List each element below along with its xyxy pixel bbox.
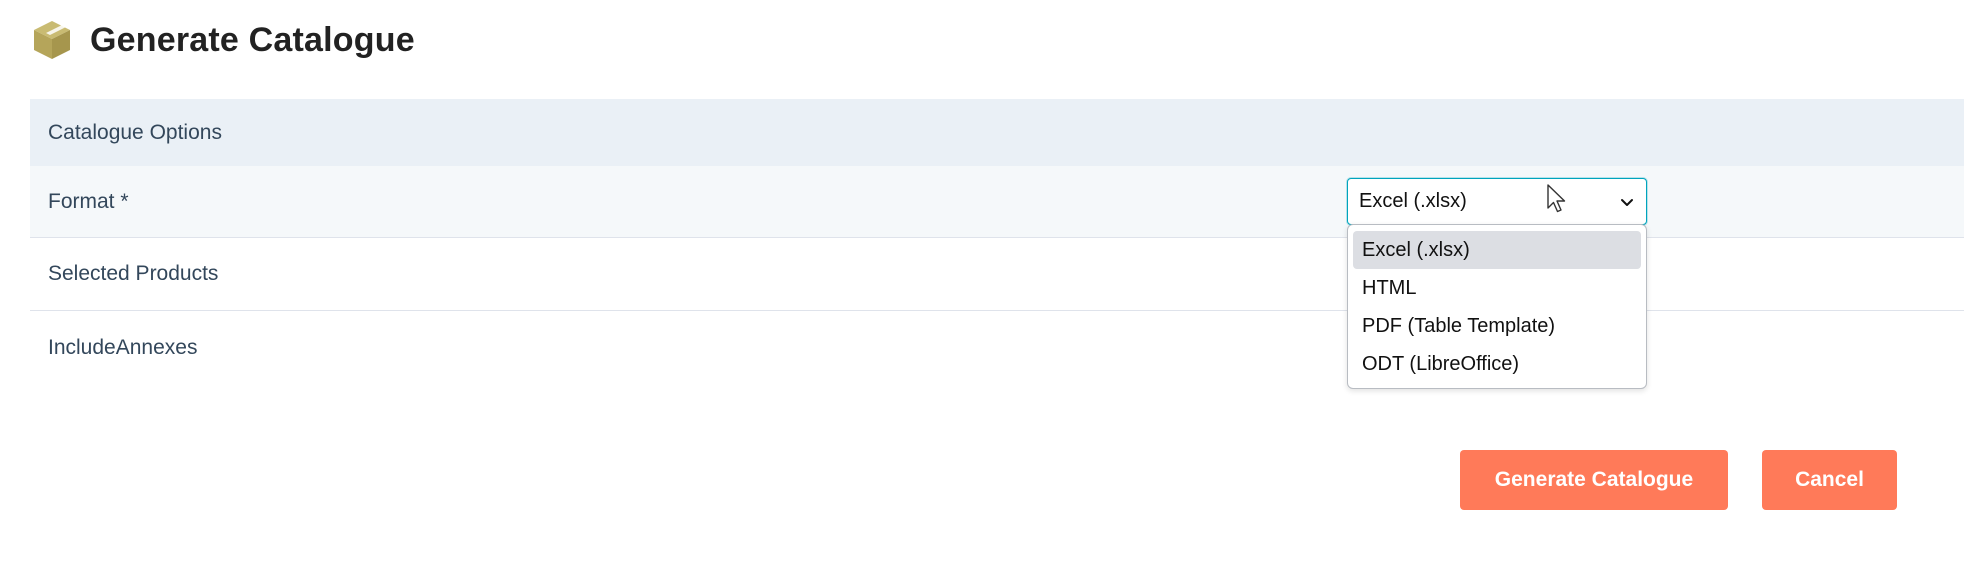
selected-products-row: Selected Products bbox=[30, 238, 1964, 311]
include-annexes-label: IncludeAnnexes bbox=[48, 335, 198, 359]
format-row: Format * bbox=[30, 166, 1964, 238]
page-header: Generate Catalogue bbox=[29, 10, 415, 70]
include-annexes-row: IncludeAnnexes bbox=[30, 311, 1964, 384]
format-dropdown-list: Excel (.xlsx) HTML PDF (Table Template) … bbox=[1347, 224, 1647, 389]
format-option-excel[interactable]: Excel (.xlsx) bbox=[1353, 231, 1641, 269]
cancel-button[interactable]: Cancel bbox=[1762, 450, 1897, 510]
mouse-cursor-icon bbox=[1546, 183, 1568, 215]
section-header: Catalogue Options bbox=[30, 99, 1964, 166]
format-select-value: Excel (.xlsx) bbox=[1359, 190, 1467, 212]
generate-catalogue-button[interactable]: Generate Catalogue bbox=[1460, 450, 1728, 510]
format-option-pdf[interactable]: PDF (Table Template) bbox=[1353, 307, 1641, 345]
format-select[interactable]: Excel (.xlsx) bbox=[1347, 178, 1647, 225]
catalogue-options-form: Catalogue Options Format * Selected Prod… bbox=[30, 99, 1964, 384]
format-option-odt[interactable]: ODT (LibreOffice) bbox=[1353, 345, 1641, 383]
chevron-down-icon bbox=[1618, 193, 1636, 211]
page-title: Generate Catalogue bbox=[90, 20, 415, 59]
selected-products-label: Selected Products bbox=[48, 262, 219, 285]
format-label: Format * bbox=[48, 189, 129, 213]
format-option-html[interactable]: HTML bbox=[1353, 269, 1641, 307]
box-icon bbox=[29, 17, 75, 63]
